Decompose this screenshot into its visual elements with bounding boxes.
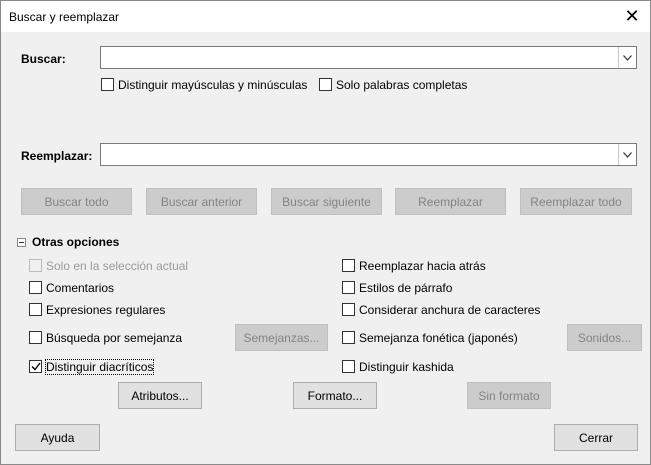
checkbox-icon[interactable]	[101, 78, 114, 91]
similarity-checkbox[interactable]: Búsqueda por semejanza	[29, 330, 182, 345]
format-button[interactable]: Formato...	[293, 382, 377, 409]
diacritics-label: Distinguir diacríticos	[44, 358, 155, 375]
regex-label: Expresiones regulares	[46, 302, 166, 317]
checkbox-icon[interactable]	[342, 360, 355, 373]
similarity-label: Búsqueda por semejanza	[46, 330, 183, 345]
attributes-button[interactable]: Atributos...	[118, 382, 202, 409]
no-format-button[interactable]: Sin formato	[467, 382, 551, 409]
checkbox-icon[interactable]	[342, 281, 355, 294]
similarities-button[interactable]: Semejanzas...	[235, 324, 328, 351]
paragraph-styles-label: Estilos de párrafo	[359, 280, 453, 295]
checkbox-icon[interactable]	[342, 303, 355, 316]
current-selection-checkbox[interactable]: Solo en la selección actual	[29, 258, 188, 273]
char-width-checkbox[interactable]: Considerar anchura de caracteres	[342, 302, 540, 317]
search-combo[interactable]	[100, 46, 637, 69]
find-previous-button[interactable]: Buscar anterior	[146, 188, 257, 215]
close-icon[interactable]: ✕	[614, 1, 650, 32]
sounds-like-label: Semejanza fonética (japonés)	[359, 330, 518, 345]
match-case-label: Distinguir mayúsculas y minúsculas	[118, 77, 308, 92]
close-button[interactable]: Cerrar	[554, 424, 638, 451]
char-width-label: Considerar anchura de caracteres	[359, 302, 541, 317]
chevron-down-icon[interactable]	[618, 144, 636, 165]
find-all-button[interactable]: Buscar todo	[21, 188, 132, 215]
backwards-checkbox[interactable]: Reemplazar hacia atrás	[342, 258, 486, 273]
find-next-button[interactable]: Buscar siguiente	[271, 188, 382, 215]
chevron-down-icon[interactable]	[618, 47, 636, 68]
checkbox-icon[interactable]	[29, 281, 42, 294]
whole-words-label: Solo palabras completas	[336, 77, 468, 92]
replace-button[interactable]: Reemplazar	[395, 188, 506, 215]
sounds-like-checkbox[interactable]: Semejanza fonética (japonés)	[342, 330, 518, 345]
match-case-checkbox[interactable]: Distinguir mayúsculas y minúsculas	[101, 77, 307, 92]
replace-all-button[interactable]: Reemplazar todo	[520, 188, 632, 215]
sounds-button[interactable]: Sonidos...	[567, 324, 642, 351]
replace-label: Reemplazar:	[21, 149, 93, 163]
replace-input[interactable]	[101, 144, 636, 165]
comments-label: Comentarios	[46, 280, 115, 295]
checkbox-icon[interactable]	[319, 78, 332, 91]
regex-checkbox[interactable]: Expresiones regulares	[29, 302, 165, 317]
other-options-expander[interactable]: Otras opciones	[17, 235, 119, 249]
diacritics-checkbox[interactable]: Distinguir diacríticos	[29, 358, 155, 375]
search-label: Buscar:	[21, 52, 66, 66]
backwards-label: Reemplazar hacia atrás	[359, 258, 486, 273]
whole-words-checkbox[interactable]: Solo palabras completas	[319, 77, 467, 92]
checkbox-icon[interactable]	[342, 331, 355, 344]
kashida-checkbox[interactable]: Distinguir kashida	[342, 359, 454, 374]
other-options-title: Otras opciones	[32, 235, 120, 249]
paragraph-styles-checkbox[interactable]: Estilos de párrafo	[342, 280, 452, 295]
collapse-icon[interactable]	[17, 237, 26, 247]
dialog-title: Buscar y reemplazar	[9, 10, 120, 24]
title-bar: Buscar y reemplazar ✕	[1, 1, 650, 32]
comments-checkbox[interactable]: Comentarios	[29, 280, 114, 295]
checkbox-icon[interactable]	[29, 360, 42, 373]
checkbox-icon[interactable]	[29, 331, 42, 344]
find-replace-dialog: Buscar y reemplazar ✕ Buscar: Distinguir…	[0, 0, 651, 465]
help-button[interactable]: Ayuda	[15, 424, 100, 451]
replace-combo[interactable]	[100, 143, 637, 166]
current-selection-label: Solo en la selección actual	[46, 258, 189, 273]
checkmark-icon	[31, 362, 41, 371]
search-input[interactable]	[101, 47, 636, 68]
checkbox-icon[interactable]	[342, 259, 355, 272]
checkbox-icon[interactable]	[29, 259, 42, 272]
checkbox-icon[interactable]	[29, 303, 42, 316]
kashida-label: Distinguir kashida	[359, 359, 454, 374]
